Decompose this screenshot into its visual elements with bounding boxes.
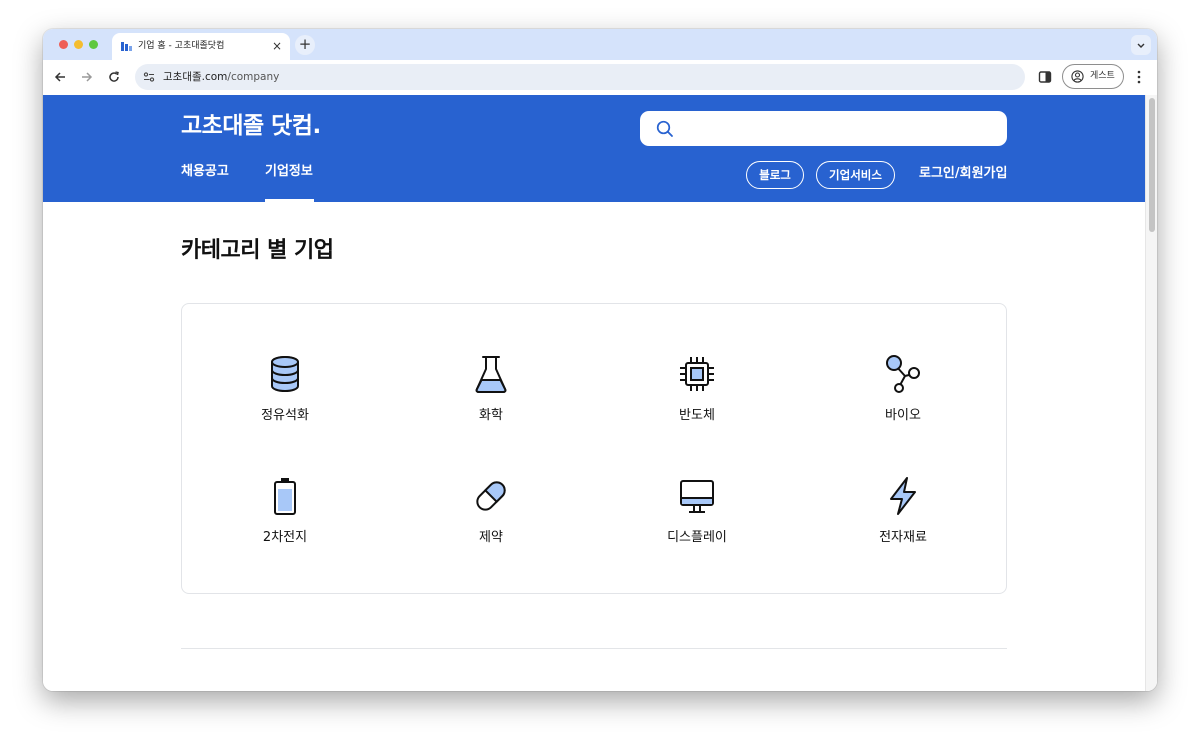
- category-label: 제약: [479, 530, 503, 545]
- chevron-down-icon: [1137, 43, 1145, 48]
- url-domain: 고초대졸.com: [163, 71, 228, 83]
- category-label: 전자재료: [879, 530, 927, 545]
- close-window-button[interactable]: [59, 40, 68, 49]
- reload-button[interactable]: [106, 69, 122, 85]
- molecule-icon: [886, 355, 920, 393]
- flask-icon: [475, 356, 507, 393]
- category-item-electronic-materials[interactable]: 전자재료: [823, 476, 983, 566]
- tab-strip: 기업 홈 - 고초대졸닷컴 × +: [43, 29, 1157, 60]
- profile-label: 게스트: [1090, 71, 1115, 81]
- blog-button[interactable]: 블로그: [746, 161, 804, 189]
- tab-company-info[interactable]: 기업정보: [265, 163, 313, 181]
- site-header: 고초대졸 닷컴. 채용공고 기업정보 블로그 기업서비스 로그인/회원가입: [43, 95, 1145, 202]
- new-tab-button[interactable]: +: [295, 35, 315, 55]
- person-circle-icon: [1071, 70, 1084, 83]
- browser-tab[interactable]: 기업 홈 - 고초대졸닷컴 ×: [112, 33, 290, 60]
- tab-jobs[interactable]: 채용공고: [181, 163, 229, 181]
- battery-icon: [274, 478, 296, 515]
- monitor-icon: [680, 480, 714, 513]
- category-item-pharma[interactable]: 제약: [411, 476, 571, 566]
- lightning-icon: [890, 477, 916, 515]
- pill-icon: [476, 481, 506, 511]
- active-tab-indicator: [265, 199, 314, 202]
- category-item-secondary-battery[interactable]: 2차전지: [205, 476, 365, 566]
- category-label: 반도체: [679, 408, 715, 423]
- forward-button[interactable]: [79, 69, 95, 85]
- category-label: 정유석화: [261, 408, 309, 423]
- business-service-button[interactable]: 기업서비스: [816, 161, 895, 189]
- category-label: 화학: [479, 408, 503, 423]
- tab-title: 기업 홈 - 고초대졸닷컴: [138, 41, 225, 51]
- address-bar[interactable]: 고초대졸.com/company: [135, 64, 1025, 90]
- tab-close-icon[interactable]: ×: [272, 39, 282, 53]
- search-input[interactable]: [640, 111, 1007, 146]
- category-item-display[interactable]: 디스플레이: [617, 476, 777, 566]
- page-scrollbar[interactable]: [1145, 95, 1157, 691]
- arrow-left-icon: [54, 72, 65, 82]
- database-icon: [271, 356, 299, 393]
- page-viewport: 고초대졸 닷컴. 채용공고 기업정보 블로그 기업서비스 로그인/회원가입 카테…: [43, 95, 1157, 691]
- back-button[interactable]: [52, 69, 68, 85]
- profile-button[interactable]: 게스트: [1062, 64, 1124, 89]
- search-icon[interactable]: [656, 120, 674, 138]
- section-title: 카테고리 별 기업: [181, 238, 334, 263]
- side-panel-icon[interactable]: [1038, 70, 1052, 84]
- maximize-window-button[interactable]: [89, 40, 98, 49]
- site-settings-icon[interactable]: [143, 71, 155, 83]
- site-logo[interactable]: 고초대졸 닷컴.: [181, 110, 321, 142]
- tab-search-button[interactable]: [1131, 35, 1151, 55]
- category-label: 바이오: [885, 408, 921, 423]
- category-item-petrochemical[interactable]: 정유석화: [205, 354, 365, 444]
- browser-toolbar: 고초대졸.com/company 게스트: [43, 60, 1157, 95]
- browser-window: 기업 홈 - 고초대졸닷컴 × + 고초대졸.com/company 게스트 고…: [43, 29, 1157, 691]
- chip-icon: [680, 357, 714, 391]
- url-text: 고초대졸.com/company: [163, 70, 279, 84]
- reload-icon: [109, 71, 119, 82]
- url-path: /company: [227, 71, 280, 83]
- category-item-semiconductor[interactable]: 반도체: [617, 354, 777, 444]
- more-vert-icon[interactable]: [1136, 69, 1142, 85]
- category-label: 디스플레이: [667, 530, 727, 545]
- site-favicon-icon: [121, 42, 132, 51]
- category-item-chemical[interactable]: 화학: [411, 354, 571, 444]
- scrollbar-thumb[interactable]: [1149, 98, 1155, 232]
- arrow-right-icon: [82, 72, 93, 82]
- minimize-window-button[interactable]: [74, 40, 83, 49]
- section-divider: [181, 648, 1007, 649]
- category-label: 2차전지: [262, 530, 308, 545]
- login-signup-link[interactable]: 로그인/회원가입: [919, 165, 1007, 183]
- category-grid: 정유석화 화학 반도체 바이오 2차전지 제약 디스플레이 전자재료: [181, 303, 1007, 594]
- category-item-bio[interactable]: 바이오: [823, 354, 983, 444]
